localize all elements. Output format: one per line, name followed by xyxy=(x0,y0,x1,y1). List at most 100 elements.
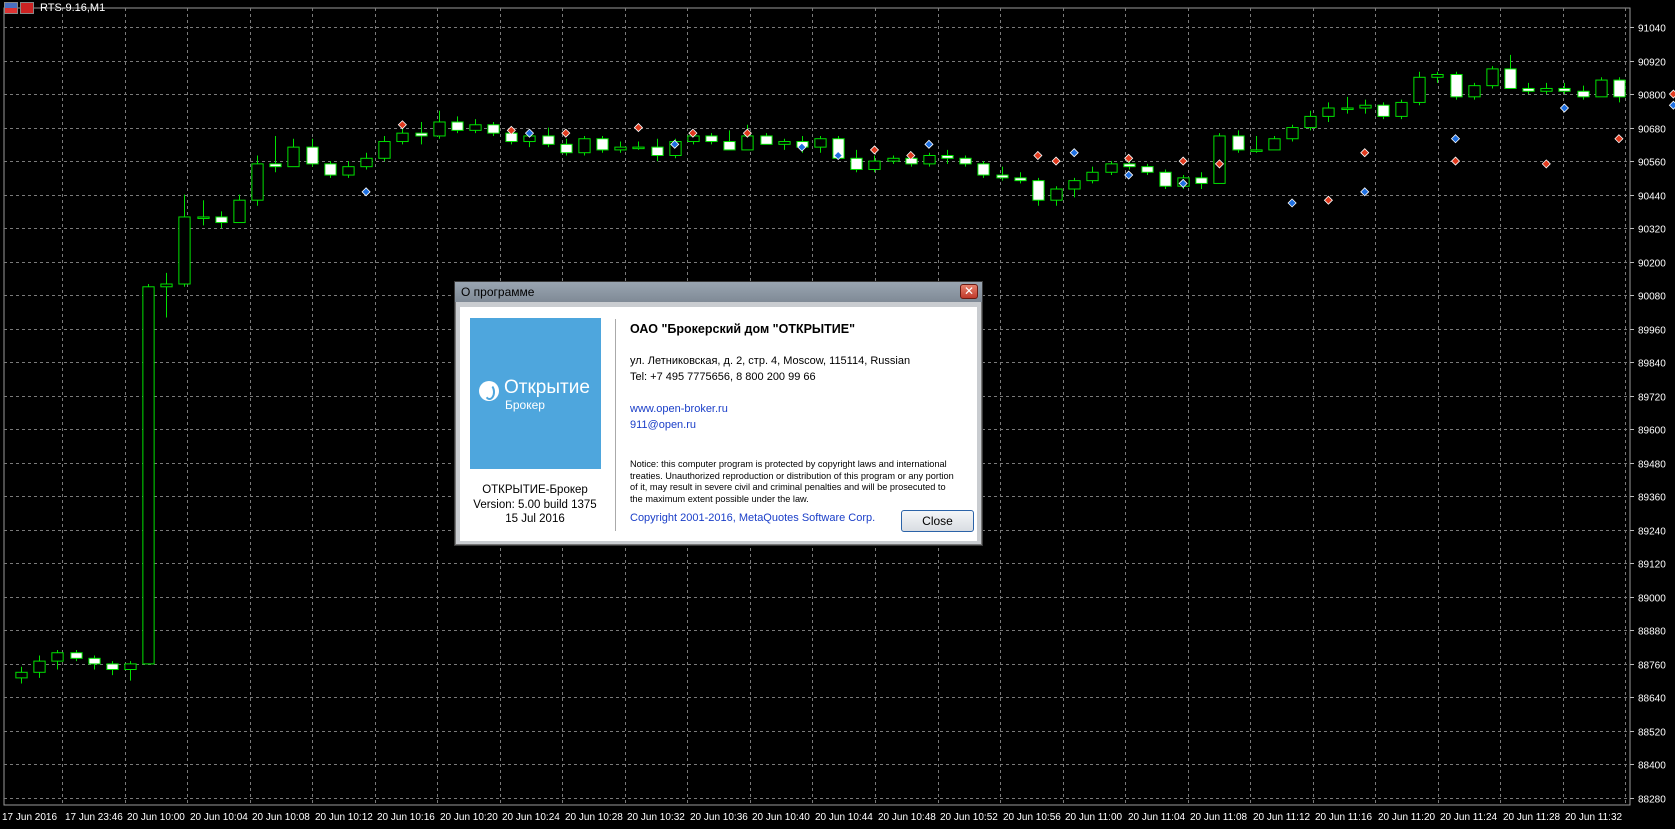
candle-body xyxy=(88,657,101,665)
y-tick-label: 90200 xyxy=(1638,259,1666,270)
sell-marker-icon xyxy=(1668,89,1675,99)
candle-body xyxy=(923,155,936,165)
candle-body xyxy=(287,146,300,168)
candle-body xyxy=(342,166,355,176)
x-tick-label: 20 Jun 11:20 xyxy=(1378,812,1436,823)
y-tick-label: 89840 xyxy=(1638,359,1666,370)
candle-body xyxy=(1286,127,1299,140)
candle-body xyxy=(1359,104,1372,109)
x-tick-label: 20 Jun 11:24 xyxy=(1440,812,1498,823)
candle-body xyxy=(850,157,863,170)
x-tick-label: 20 Jun 10:24 xyxy=(502,812,560,823)
x-tick-label: 20 Jun 11:04 xyxy=(1128,812,1186,823)
logo-name: Открытие xyxy=(504,377,590,398)
candle-body xyxy=(1322,107,1335,117)
candle-body xyxy=(1613,79,1626,98)
sell-marker-icon xyxy=(633,122,643,133)
dialog-caption-bar[interactable]: О программе ✕ xyxy=(455,282,982,302)
candle-body xyxy=(1268,138,1281,151)
candle-body xyxy=(996,174,1009,179)
candle-body xyxy=(378,141,391,159)
x-tick-label: 20 Jun 10:28 xyxy=(565,812,623,823)
candle-body xyxy=(977,163,990,176)
chart-window-icon[interactable] xyxy=(4,2,18,14)
sell-marker-icon xyxy=(397,120,407,130)
candle-body xyxy=(1141,166,1154,173)
about-dialog[interactable]: О программе ✕ Открытие Брокер ОТКРЫТИЕ-Б… xyxy=(454,281,983,546)
y-tick-label: 90920 xyxy=(1638,58,1666,69)
candle-body xyxy=(1504,68,1517,89)
candle-body xyxy=(324,163,337,176)
candle-body xyxy=(1486,68,1499,87)
x-tick-label: 20 Jun 11:16 xyxy=(1315,812,1373,823)
x-tick-label: 20 Jun 10:12 xyxy=(315,812,373,823)
x-tick-label: 20 Jun 10:32 xyxy=(627,812,685,823)
x-tick-label: 17 Jun 23:46 xyxy=(65,812,123,823)
candle-body xyxy=(469,124,482,131)
y-tick-label: 88880 xyxy=(1638,627,1666,638)
candle-body xyxy=(1232,135,1245,151)
y-tick-label: 90800 xyxy=(1638,91,1666,102)
y-tick-label: 89360 xyxy=(1638,493,1666,504)
candle-body xyxy=(1431,73,1444,78)
x-tick-label: 20 Jun 10:40 xyxy=(752,812,810,823)
sell-marker-icon xyxy=(1178,156,1188,166)
sell-marker-icon xyxy=(1614,134,1624,144)
buy-marker-icon xyxy=(1287,198,1297,208)
copyright-link[interactable]: Copyright 2001-2016, MetaQuotes Software… xyxy=(630,512,875,524)
y-tick-label: 89000 xyxy=(1638,594,1666,605)
x-tick-label: 20 Jun 10:16 xyxy=(377,812,435,823)
sell-marker-icon xyxy=(1124,153,1134,163)
product-name: ОТКРЫТИЕ-Брокер xyxy=(482,484,588,496)
candle-body xyxy=(160,283,173,288)
y-tick-label: 90320 xyxy=(1638,225,1666,236)
buy-marker-icon xyxy=(1069,148,1079,158)
candle-body xyxy=(51,652,64,662)
sell-marker-icon xyxy=(1323,195,1333,205)
candle-body xyxy=(542,135,555,145)
candle-body xyxy=(887,157,900,162)
buy-marker-icon xyxy=(924,139,934,149)
candle-body xyxy=(433,121,446,137)
x-tick-label: 20 Jun 11:28 xyxy=(1503,812,1561,823)
website-link[interactable]: www.open-broker.ru xyxy=(630,403,728,415)
sell-marker-icon xyxy=(1033,150,1043,161)
candle-body xyxy=(1159,171,1172,187)
candle-body xyxy=(632,146,645,150)
candle-body xyxy=(1250,149,1263,152)
close-icon[interactable]: ✕ xyxy=(960,284,978,299)
candle-body xyxy=(1014,177,1027,182)
candle-body xyxy=(178,216,191,285)
candle-body xyxy=(451,121,464,131)
sell-marker-icon xyxy=(1360,148,1370,158)
broker-logo: Открытие Брокер xyxy=(470,318,601,469)
email-link[interactable]: 911@open.ru xyxy=(630,419,696,431)
y-tick-label: 90440 xyxy=(1638,192,1666,203)
candle-body xyxy=(1540,87,1553,92)
x-tick-label: 20 Jun 10:08 xyxy=(252,812,310,823)
candle-body xyxy=(415,132,428,137)
candle-body xyxy=(814,138,827,148)
x-tick-label: 20 Jun 11:12 xyxy=(1253,812,1311,823)
x-tick-label: 20 Jun 10:00 xyxy=(127,812,185,823)
candle-body xyxy=(269,163,282,168)
sell-marker-icon xyxy=(1450,156,1461,166)
candle-body xyxy=(614,146,627,151)
chart-window-icon-2[interactable] xyxy=(20,2,34,14)
candle-body xyxy=(1086,171,1099,182)
candle-body xyxy=(1395,101,1408,117)
candle-body xyxy=(306,146,319,165)
candle-body xyxy=(1377,104,1390,117)
candle-body xyxy=(396,132,409,143)
x-tick-label: 20 Jun 10:20 xyxy=(440,812,498,823)
y-tick-label: 88520 xyxy=(1638,728,1666,739)
company-phone: Tel: +7 495 7775656, 8 800 200 99 66 xyxy=(630,371,816,383)
y-tick-label: 90080 xyxy=(1638,292,1666,303)
y-tick-label: 88280 xyxy=(1638,795,1666,806)
buy-marker-icon xyxy=(1450,134,1461,144)
y-tick-label: 89720 xyxy=(1638,393,1666,404)
y-tick-label: 90560 xyxy=(1638,158,1666,169)
candle-body xyxy=(1304,115,1317,129)
dialog-title: О программе xyxy=(461,285,535,299)
close-button[interactable]: Close xyxy=(901,510,974,532)
